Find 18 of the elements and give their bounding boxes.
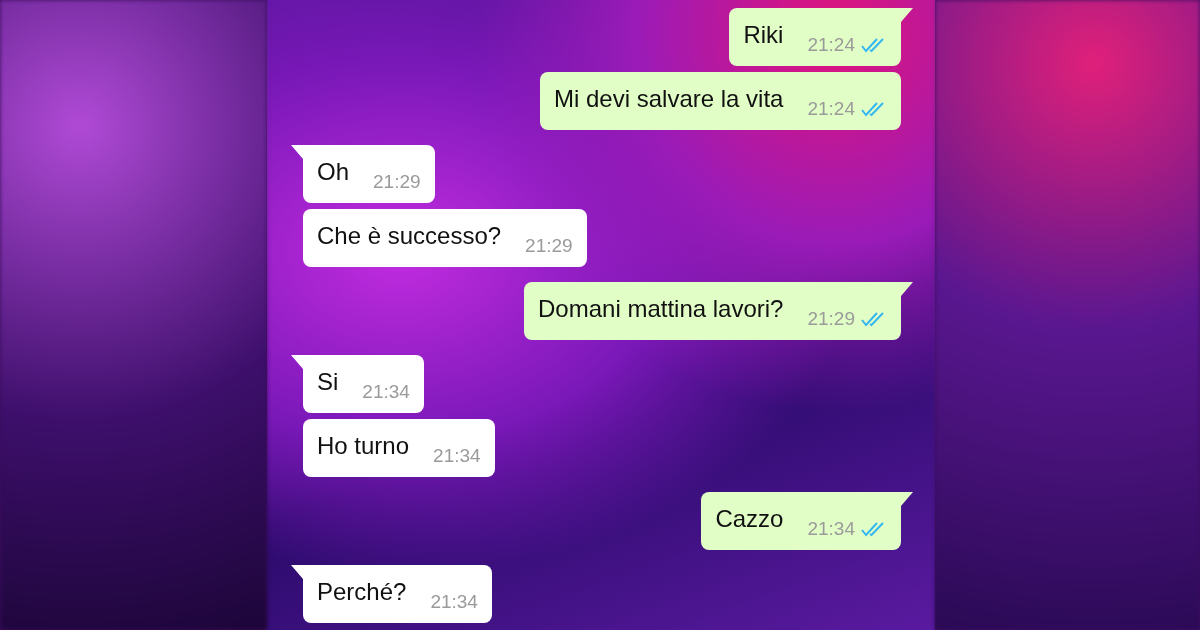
message-text: Riki bbox=[743, 20, 784, 50]
message-text: Domani mattina lavori? bbox=[538, 294, 784, 324]
message-text: Che è successo? bbox=[317, 221, 502, 251]
message-time: 21:24 bbox=[807, 34, 855, 56]
message-text: Cazzo bbox=[715, 504, 784, 534]
message-time: 21:34 bbox=[433, 445, 481, 467]
message-time: 21:24 bbox=[807, 98, 855, 120]
message-text: Mi devi salvare la vita bbox=[554, 84, 784, 114]
message-text: Si bbox=[317, 367, 339, 397]
message-text: Perché? bbox=[317, 577, 407, 607]
message-time: 21:34 bbox=[807, 518, 855, 540]
message-time: 21:29 bbox=[373, 171, 421, 193]
message-time: 21:29 bbox=[807, 308, 855, 330]
message-time: 21:34 bbox=[430, 591, 478, 613]
message-text: Ho turno bbox=[317, 431, 410, 461]
message-text: Oh bbox=[317, 157, 349, 187]
message-time: 21:29 bbox=[525, 235, 573, 257]
message-time: 21:34 bbox=[362, 381, 410, 403]
